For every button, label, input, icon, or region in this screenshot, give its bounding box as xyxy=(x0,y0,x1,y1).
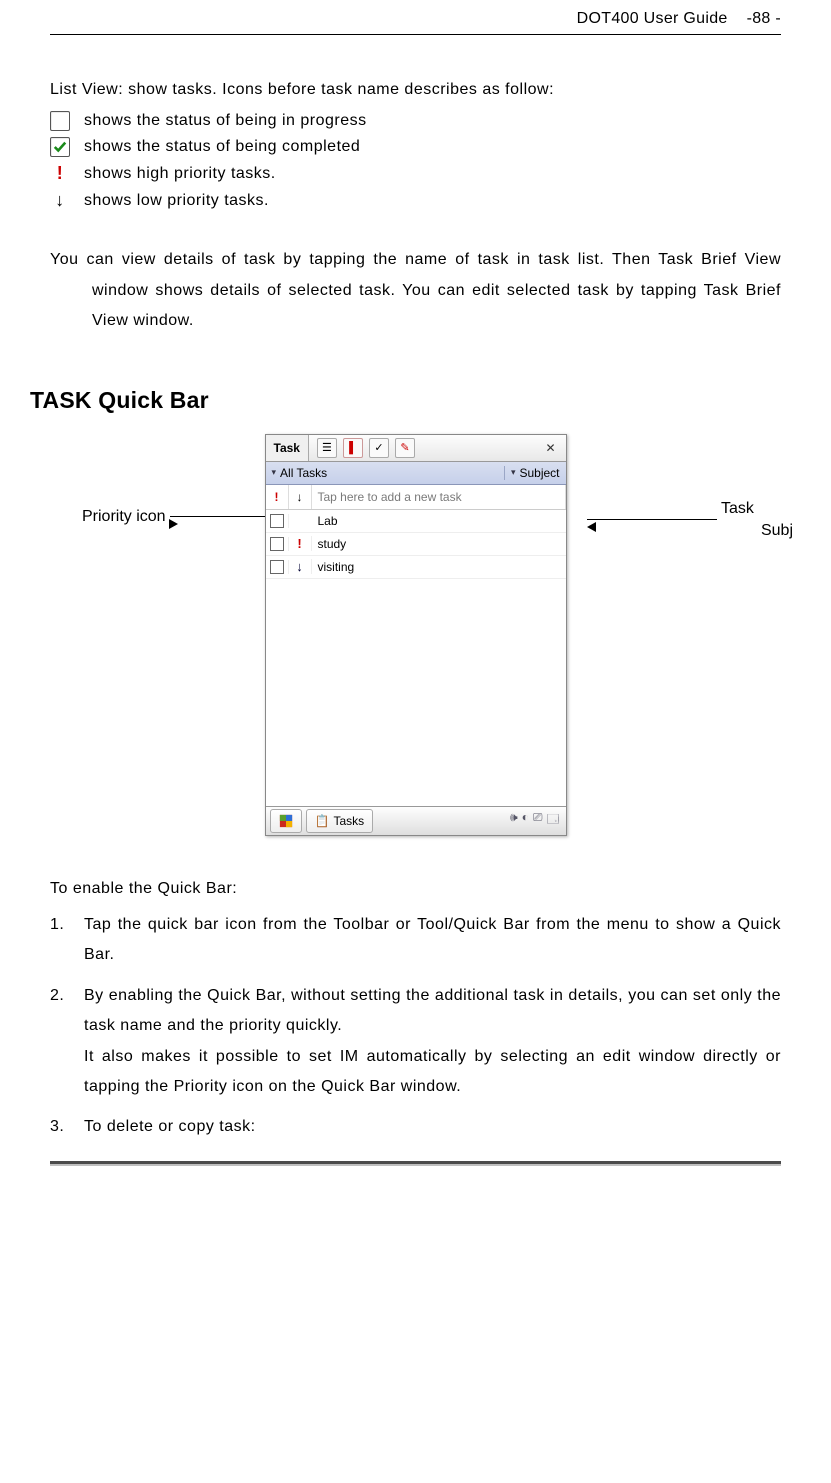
figure: Priority icon Task Subj Task ☰ ▌ ✓ ✎ ✕ ▾… xyxy=(50,434,781,844)
chevron-down-icon: ▾ xyxy=(272,467,277,478)
toolbar-list-icon[interactable]: ☰ xyxy=(317,438,337,458)
step-text: By enabling the Quick Bar, without setti… xyxy=(84,987,781,1034)
footer-rule xyxy=(50,1161,781,1166)
doc-title: DOT400 User Guide xyxy=(577,10,728,27)
tasks-button-label: Tasks xyxy=(333,814,364,828)
high-priority-icon: ! xyxy=(50,163,70,184)
list-item: 1. Tap the quick bar icon from the Toolb… xyxy=(50,910,781,971)
tray-icon[interactable]: 🕪 xyxy=(510,810,518,831)
progress-label: shows the status of being in progress xyxy=(84,112,367,130)
steps-list: 1. Tap the quick bar icon from the Toolb… xyxy=(50,910,781,1143)
taskbar: 📋 Tasks 🕪 ◐ ⎚ 🗔 xyxy=(266,806,566,835)
icon-row-progress: shows the status of being in progress xyxy=(50,111,781,131)
step-number: 2. xyxy=(50,981,84,1103)
close-icon[interactable]: ✕ xyxy=(542,439,560,457)
start-button[interactable] xyxy=(270,809,302,833)
step-text: Tap the quick bar icon from the Toolbar … xyxy=(84,910,781,971)
callout-priority-label: Priority icon xyxy=(82,508,166,526)
task-name: visiting xyxy=(312,560,566,574)
task-name: study xyxy=(312,537,566,551)
task-priority-low-icon[interactable]: ↓ xyxy=(289,559,312,574)
tray-icon[interactable]: ⎚ xyxy=(533,810,543,831)
icon-row-completed: shows the status of being completed xyxy=(50,137,781,157)
list-view-intro: List View: show tasks. Icons before task… xyxy=(50,75,781,105)
enable-heading: To enable the Quick Bar: xyxy=(50,874,781,904)
quick-add-check[interactable]: ! xyxy=(266,485,289,509)
quick-add-row[interactable]: ! ↓ Tap here to add a new task xyxy=(266,485,566,510)
checkbox-empty-icon xyxy=(50,111,70,131)
task-priority-high-icon[interactable]: ! xyxy=(289,536,312,551)
task-row[interactable]: ↓ visiting xyxy=(266,556,566,579)
tasks-button[interactable]: 📋 Tasks xyxy=(306,809,374,833)
system-tray: 🕪 ◐ ⎚ 🗔 xyxy=(510,810,565,831)
toolbar-check-icon[interactable]: ✓ xyxy=(369,438,389,458)
page-number: -88 - xyxy=(747,10,781,27)
filter-subject[interactable]: ▾ Subject xyxy=(505,466,566,480)
titlebar: Task ☰ ▌ ✓ ✎ ✕ xyxy=(266,435,566,462)
callout-subject: Task Subj xyxy=(587,500,793,540)
callout-subj-label: Subj xyxy=(761,522,793,540)
step-text-extra: It also makes it possible to set IM auto… xyxy=(84,1048,781,1095)
quick-add-priority[interactable]: ↓ xyxy=(289,485,312,509)
task-checkbox[interactable] xyxy=(266,560,289,574)
toolbar-icons: ☰ ▌ ✓ ✎ xyxy=(309,438,415,458)
tray-icon[interactable]: ◐ xyxy=(522,810,529,831)
task-list: Lab ! study ↓ visiting xyxy=(266,510,566,806)
icon-row-low: ↓ shows low priority tasks. xyxy=(50,190,781,211)
details-paragraph: You can view details of task by tapping … xyxy=(50,245,781,336)
toolbar-edit-icon[interactable]: ✎ xyxy=(395,438,415,458)
filter-bar: ▾ All Tasks ▾ Subject xyxy=(266,462,566,485)
quick-add-input[interactable]: Tap here to add a new task xyxy=(312,485,566,509)
toolbar-delete-icon[interactable]: ▌ xyxy=(343,438,363,458)
task-checkbox[interactable] xyxy=(266,537,289,551)
filter-left-label: All Tasks xyxy=(280,466,327,480)
page-header: DOT400 User Guide -88 - xyxy=(50,0,781,34)
task-checkbox[interactable] xyxy=(266,514,289,528)
step-text: To delete or copy task: xyxy=(84,1112,781,1142)
pda-screenshot: Task ☰ ▌ ✓ ✎ ✕ ▾ All Tasks ▾ Subject ! ↓… xyxy=(265,434,567,836)
low-priority-icon: ↓ xyxy=(50,190,70,211)
step-number: 1. xyxy=(50,910,84,971)
low-label: shows low priority tasks. xyxy=(84,192,269,210)
step-number: 3. xyxy=(50,1112,84,1142)
task-name: Lab xyxy=(312,514,566,528)
tray-icon[interactable]: 🗔 xyxy=(546,810,559,831)
section-heading: TASK Quick Bar xyxy=(30,387,781,414)
header-rule xyxy=(50,34,781,35)
checkbox-checked-icon xyxy=(50,137,70,157)
clipboard-icon: 📋 xyxy=(315,814,330,828)
list-item: 2. By enabling the Quick Bar, without se… xyxy=(50,981,781,1103)
callout-line-right xyxy=(587,519,717,520)
task-row[interactable]: Lab xyxy=(266,510,566,533)
task-row[interactable]: ! study xyxy=(266,533,566,556)
completed-label: shows the status of being completed xyxy=(84,138,360,156)
title-tab[interactable]: Task xyxy=(266,435,309,461)
chevron-down-icon: ▾ xyxy=(511,467,516,478)
high-label: shows high priority tasks. xyxy=(84,165,276,183)
list-item: 3. To delete or copy task: xyxy=(50,1112,781,1142)
filter-all-tasks[interactable]: ▾ All Tasks xyxy=(266,466,505,480)
callout-task-label: Task xyxy=(721,500,754,518)
filter-right-label: Subject xyxy=(519,466,559,480)
icon-row-high: ! shows high priority tasks. xyxy=(50,163,781,184)
